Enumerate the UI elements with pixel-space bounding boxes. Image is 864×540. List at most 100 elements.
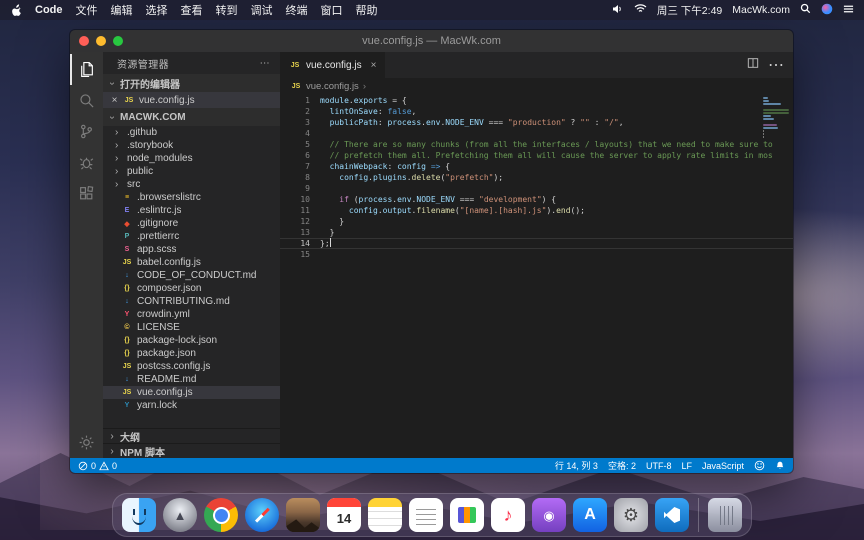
open-editors-section-header[interactable]: › 打开的编辑器 bbox=[103, 74, 280, 92]
dock-finder-icon[interactable] bbox=[122, 498, 156, 532]
tree-item-.gitignore[interactable]: ◆.gitignore bbox=[103, 217, 280, 230]
dock-chrome-icon[interactable] bbox=[204, 498, 238, 532]
code-line-9[interactable]: 9 bbox=[280, 183, 793, 194]
editor-more-actions-icon[interactable]: ⋯ bbox=[768, 55, 784, 75]
code-editor[interactable]: 1module.exports = {2 lintOnSave: false,3… bbox=[280, 94, 793, 458]
menu-item-6[interactable]: 终端 bbox=[286, 2, 308, 18]
tree-item-crowdin.yml[interactable]: Ycrowdin.yml bbox=[103, 308, 280, 321]
code-line-6[interactable]: 6 // prefetch them all. Prefetching them… bbox=[280, 150, 793, 161]
tree-item-babel.config.js[interactable]: JSbabel.config.js bbox=[103, 256, 280, 269]
menu-item-3[interactable]: 查看 bbox=[181, 2, 203, 18]
code-line-3[interactable]: 3 publicPath: process.env.NODE_ENV === "… bbox=[280, 117, 793, 128]
eol-indicator[interactable]: LF bbox=[681, 461, 692, 471]
menu-item-2[interactable]: 选择 bbox=[146, 2, 168, 18]
problems-indicator[interactable]: 0 0 bbox=[78, 461, 117, 471]
activitybar-extensions-button[interactable] bbox=[70, 178, 103, 209]
feedback-smiley-icon[interactable] bbox=[754, 460, 765, 471]
tree-item-package.json[interactable]: {}package.json bbox=[103, 347, 280, 360]
project-section-header[interactable]: › MACWK.COM bbox=[103, 108, 280, 126]
volume-icon[interactable] bbox=[612, 4, 624, 17]
dock-music-icon[interactable]: ♪ bbox=[491, 498, 525, 532]
tab-vue-config-js[interactable]: JS vue.config.js × bbox=[280, 52, 385, 78]
tree-item-LICENSE[interactable]: ©LICENSE bbox=[103, 321, 280, 334]
menu-item-4[interactable]: 转到 bbox=[216, 2, 238, 18]
activitybar-settings-button[interactable] bbox=[70, 427, 103, 458]
indentation-indicator[interactable]: 空格: 2 bbox=[608, 459, 636, 472]
dock-safari-icon[interactable] bbox=[245, 498, 279, 532]
dock-photos-icon[interactable] bbox=[286, 498, 320, 532]
spotlight-icon[interactable] bbox=[800, 3, 811, 17]
dock-books-icon[interactable] bbox=[450, 498, 484, 532]
code-line-2[interactable]: 2 lintOnSave: false, bbox=[280, 106, 793, 117]
breadcrumb[interactable]: JS vue.config.js › bbox=[280, 78, 793, 94]
tree-item-README.md[interactable]: ↓README.md bbox=[103, 373, 280, 386]
close-window-button[interactable] bbox=[79, 36, 89, 46]
code-line-14[interactable]: 14}; bbox=[280, 238, 793, 249]
code-line-5[interactable]: 5 // There are so many chunks (from all … bbox=[280, 139, 793, 150]
notification-center-icon[interactable] bbox=[843, 4, 854, 17]
code-line-1[interactable]: 1module.exports = { bbox=[280, 95, 793, 106]
open-editor-item-vue-config[interactable]: × JS vue.config.js bbox=[103, 92, 280, 108]
tree-item-.eslintrc.js[interactable]: E.eslintrc.js bbox=[103, 204, 280, 217]
code-line-7[interactable]: 7 chainWebpack: config => { bbox=[280, 161, 793, 172]
encoding-indicator[interactable]: UTF-8 bbox=[646, 461, 672, 471]
dock-textedit-icon[interactable] bbox=[409, 498, 443, 532]
language-mode[interactable]: JavaScript bbox=[702, 461, 744, 471]
tree-item-CODE_OF_CONDUCT.md[interactable]: ↓CODE_OF_CONDUCT.md bbox=[103, 269, 280, 282]
dock-vscode-icon[interactable] bbox=[655, 498, 689, 532]
tree-item-src[interactable]: ›src bbox=[103, 178, 280, 191]
tree-item-package-lock.json[interactable]: {}package-lock.json bbox=[103, 334, 280, 347]
tree-item-.github[interactable]: ›.github bbox=[103, 126, 280, 139]
dock-app-store-icon[interactable]: A bbox=[573, 498, 607, 532]
activitybar-explorer-button[interactable] bbox=[70, 54, 103, 85]
tree-item-vue.config.js[interactable]: JSvue.config.js bbox=[103, 386, 280, 399]
tree-item-composer.json[interactable]: {}composer.json bbox=[103, 282, 280, 295]
close-tab-icon[interactable]: × bbox=[371, 60, 377, 71]
code-line-4[interactable]: 4 bbox=[280, 128, 793, 139]
window-titlebar[interactable]: vue.config.js — MacWk.com bbox=[70, 30, 793, 52]
tree-item-.prettierrc[interactable]: P.prettierrc bbox=[103, 230, 280, 243]
menu-item-8[interactable]: 帮助 bbox=[356, 2, 378, 18]
tree-item-app.scss[interactable]: Sapp.scss bbox=[103, 243, 280, 256]
apple-menu-icon[interactable] bbox=[10, 3, 22, 17]
close-icon[interactable]: × bbox=[110, 95, 119, 106]
code-line-12[interactable]: 12 } bbox=[280, 216, 793, 227]
code-line-8[interactable]: 8 config.plugins.delete("prefetch"); bbox=[280, 172, 793, 183]
menu-item-1[interactable]: 编辑 bbox=[111, 2, 133, 18]
sidebar-actions-icon[interactable]: ⋯ bbox=[260, 58, 270, 69]
dock-notes-icon[interactable] bbox=[368, 498, 402, 532]
code-line-11[interactable]: 11 config.output.filename("[name].[hash]… bbox=[280, 205, 793, 216]
tree-item-CONTRIBUTING.md[interactable]: ↓CONTRIBUTING.md bbox=[103, 295, 280, 308]
dock-trash-icon[interactable] bbox=[708, 498, 742, 532]
npm-scripts-section-header[interactable]: › NPM 脚本 bbox=[103, 443, 280, 458]
code-line-13[interactable]: 13 } bbox=[280, 227, 793, 238]
tree-item-node_modules[interactable]: ›node_modules bbox=[103, 152, 280, 165]
code-line-15[interactable]: 15 bbox=[280, 249, 793, 260]
tree-item-.storybook[interactable]: ›.storybook bbox=[103, 139, 280, 152]
minimize-window-button[interactable] bbox=[96, 36, 106, 46]
tree-item-postcss.config.js[interactable]: JSpostcss.config.js bbox=[103, 360, 280, 373]
menubar-clock[interactable]: 周三 下午2:49 bbox=[657, 3, 722, 18]
activitybar-debug-button[interactable] bbox=[70, 147, 103, 178]
tree-item-public[interactable]: ›public bbox=[103, 165, 280, 178]
dock-launchpad-icon[interactable]: ▲ bbox=[163, 498, 197, 532]
zoom-window-button[interactable] bbox=[113, 36, 123, 46]
tree-item-.browserslistrc[interactable]: ≡.browserslistrc bbox=[103, 191, 280, 204]
menubar-app-name[interactable]: Code bbox=[35, 4, 63, 16]
activitybar-source-control-button[interactable] bbox=[70, 116, 103, 147]
activitybar-search-button[interactable] bbox=[70, 85, 103, 116]
cursor-position[interactable]: 行 14, 列 3 bbox=[555, 459, 598, 472]
notifications-bell-icon[interactable] bbox=[775, 460, 785, 471]
menu-item-7[interactable]: 窗口 bbox=[321, 2, 343, 18]
dock-system-preferences-icon[interactable]: ⚙ bbox=[614, 498, 648, 532]
minimap[interactable] bbox=[763, 96, 791, 142]
wifi-icon[interactable] bbox=[634, 3, 647, 17]
dock-calendar-icon[interactable]: 14 bbox=[327, 498, 361, 532]
menu-item-0[interactable]: 文件 bbox=[76, 2, 98, 18]
siri-icon[interactable] bbox=[821, 3, 833, 18]
outline-section-header[interactable]: › 大纲 bbox=[103, 428, 280, 443]
dock-podcasts-icon[interactable]: ◉ bbox=[532, 498, 566, 532]
tree-item-yarn.lock[interactable]: Yyarn.lock bbox=[103, 399, 280, 412]
split-editor-icon[interactable] bbox=[747, 56, 759, 74]
menu-item-5[interactable]: 调试 bbox=[251, 2, 273, 18]
